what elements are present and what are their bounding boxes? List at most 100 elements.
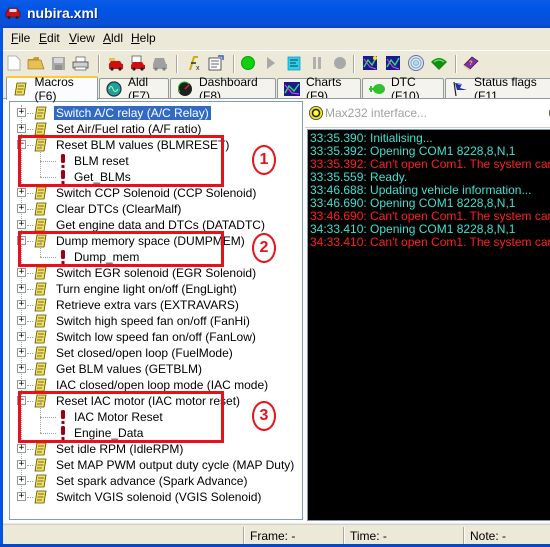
chart-icon[interactable] — [384, 54, 402, 72]
expand-icon[interactable]: + — [17, 364, 26, 373]
macro-scroll-icon — [34, 442, 48, 456]
oscilloscope-icon — [106, 80, 122, 97]
macro-item[interactable]: + Switch VGIS solenoid (VGIS Solenoid) — [10, 489, 300, 505]
macro-label: Turn engine light on/off (EngLight) — [56, 282, 237, 296]
macro-label: Switch EGR solenoid (EGR Solenoid) — [56, 266, 257, 280]
menu-view[interactable]: View — [69, 31, 95, 45]
vehicle-info-icon[interactable] — [129, 54, 147, 72]
macro-item[interactable]: + Set closed/open loop (FuelMode) — [10, 345, 300, 361]
expand-icon[interactable]: + — [17, 108, 26, 117]
macro-item[interactable]: + Switch CCP Solenoid (CCP Solenoid) — [10, 185, 300, 201]
window-title: nubira.xml — [27, 5, 98, 21]
menu-accel: E — [39, 31, 48, 45]
macro-scroll-icon — [34, 106, 48, 120]
expand-icon[interactable]: + — [17, 476, 26, 485]
log-output[interactable]: 33:35.390: Initialising... 33:35.392: Ope… — [307, 129, 550, 521]
expand-icon[interactable]: + — [17, 332, 26, 341]
function-icon[interactable]: x — [185, 54, 203, 72]
expand-icon[interactable]: + — [17, 268, 26, 277]
macro-scroll-icon — [13, 81, 28, 97]
vehicle-disabled-icon[interactable] — [151, 54, 169, 72]
menu-accel: V — [69, 31, 77, 45]
macro-tree[interactable]: + Switch A/C relay (A/C Relay) + Set Air/Fu… — [9, 101, 303, 520]
annotation-box — [18, 135, 224, 187]
title-bar[interactable]: nubira.xml — [0, 0, 550, 28]
macro-item[interactable]: + Switch EGR solenoid (EGR Solenoid) — [10, 265, 300, 281]
expand-icon[interactable]: + — [17, 492, 26, 501]
tab-dtc[interactable]: DTC (F10) — [362, 75, 444, 103]
tree-line — [27, 225, 33, 226]
tree-line — [27, 353, 33, 354]
menu-aldl[interactable]: Aldl — [103, 31, 123, 45]
annotation-box — [18, 231, 224, 267]
expand-icon[interactable]: + — [17, 124, 26, 133]
properties-icon[interactable] — [207, 54, 225, 72]
toolbar-separator — [98, 55, 100, 73]
log-icon[interactable] — [285, 54, 303, 72]
macro-item[interactable]: + Retrieve extra vars (EXTRAVARS) — [10, 297, 300, 313]
macro-label: Set idle RPM (IdleRPM) — [56, 442, 184, 456]
macro-scroll-icon — [34, 330, 48, 344]
expand-icon[interactable]: + — [17, 348, 26, 357]
macro-item[interactable]: + Clear DTCs (ClearMalf) — [10, 201, 300, 217]
car-icon — [5, 7, 21, 19]
toolbar-separator — [233, 55, 235, 73]
macro-scroll-icon — [34, 314, 48, 328]
save-icon[interactable] — [49, 54, 67, 72]
tab-dashboard[interactable]: Dashboard (F8) — [170, 75, 276, 103]
menu-file[interactable]: File — [11, 31, 30, 45]
expand-icon[interactable]: + — [17, 380, 26, 389]
app-window: nubira.xml File Edit View Aldl Help x ? — [0, 0, 550, 545]
expand-icon[interactable]: + — [17, 300, 26, 309]
status-bar: Frame: - Time: - Note: - — [3, 524, 550, 545]
tab-charts[interactable]: Charts (F9) — [277, 75, 361, 103]
macro-item[interactable]: + Set spark advance (Spark Advance) — [10, 473, 300, 489]
pause-icon[interactable] — [308, 54, 326, 72]
expand-icon[interactable]: + — [17, 460, 26, 469]
stop-icon[interactable] — [331, 54, 349, 72]
flags-icon — [452, 81, 468, 97]
menu-edit[interactable]: Edit — [39, 31, 60, 45]
expand-icon[interactable]: + — [17, 316, 26, 325]
help-book-icon[interactable]: ? — [462, 54, 480, 72]
macro-item[interactable]: + Turn engine light on/off (EngLight) — [10, 281, 300, 297]
menu-help[interactable]: Help — [131, 31, 156, 45]
connect-green-icon[interactable] — [239, 54, 257, 72]
menu-label: elp — [139, 31, 156, 45]
macro-item[interactable]: + Set idle RPM (IdleRPM) — [10, 441, 300, 457]
open-folder-icon[interactable] — [27, 54, 45, 72]
tree-line — [27, 449, 33, 450]
open-vehicle-icon[interactable] — [107, 54, 125, 72]
macro-label: Switch low speed fan on/off (FanLow) — [56, 330, 256, 344]
status-separator — [343, 527, 345, 544]
macros-panel: + Switch A/C relay (A/C Relay) + Set Air/Fu… — [3, 98, 550, 523]
macro-item[interactable]: + Switch A/C relay (A/C Relay) — [10, 105, 300, 121]
interface-label[interactable]: Max232 interface... — [325, 106, 427, 120]
macro-scroll-icon — [34, 282, 48, 296]
macro-item[interactable]: + Set MAP PWM output duty cycle (MAP Duty… — [10, 457, 300, 473]
new-icon[interactable] — [5, 54, 23, 72]
expand-icon[interactable]: + — [17, 204, 26, 213]
play-icon[interactable] — [262, 54, 280, 72]
tab-bar: Macros (F6) Aldl (F7) Dashboard (F8) Cha… — [3, 75, 550, 103]
expand-icon[interactable]: + — [17, 220, 26, 229]
expand-icon[interactable]: + — [17, 444, 26, 453]
tree-line — [27, 321, 33, 322]
expand-icon[interactable]: + — [17, 284, 26, 293]
tab-label: Macros (F6) — [34, 75, 74, 103]
tab-status-flags[interactable]: Status flags (F11 — [445, 75, 550, 103]
tree-line — [27, 193, 33, 194]
tree-line — [27, 273, 33, 274]
target-icon[interactable] — [407, 54, 425, 72]
chart-new-icon[interactable] — [361, 54, 379, 72]
wifi-icon[interactable] — [430, 54, 448, 72]
tab-macros[interactable]: Macros (F6) — [6, 75, 98, 103]
expand-icon[interactable]: + — [17, 188, 26, 197]
tab-aldl[interactable]: Aldl (F7) — [99, 75, 169, 103]
tree-line — [27, 481, 33, 482]
macro-item[interactable]: + Get BLM values (GETBLM) — [10, 361, 300, 377]
print-icon[interactable] — [71, 54, 89, 72]
macro-item[interactable]: + Switch high speed fan on/off (FanHi) — [10, 313, 300, 329]
macro-label: Switch A/C relay (A/C Relay) — [54, 106, 211, 120]
macro-item[interactable]: + Switch low speed fan on/off (FanLow) — [10, 329, 300, 345]
